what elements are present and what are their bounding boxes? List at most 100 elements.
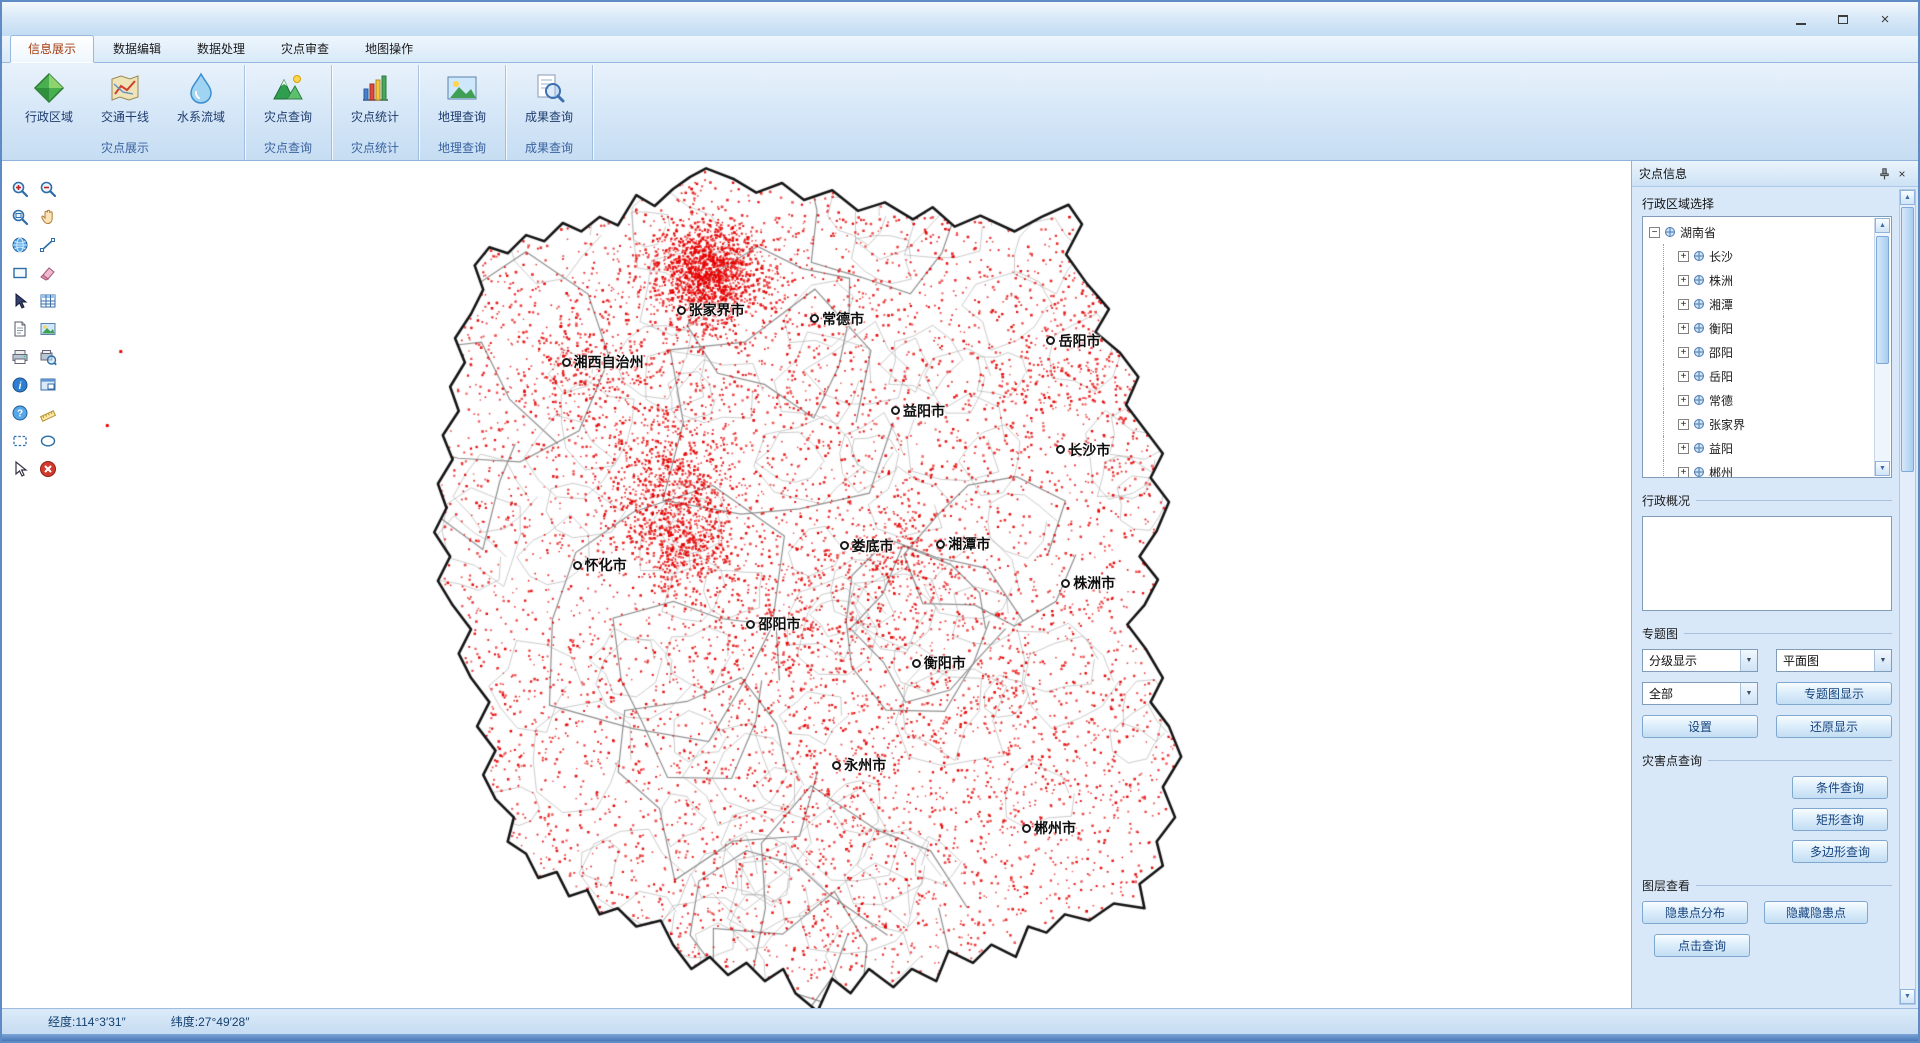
pointer-tool[interactable] <box>6 455 34 483</box>
overview-window-tool[interactable] <box>34 371 62 399</box>
result-query-button[interactable]: 成果查询 <box>511 65 587 138</box>
region-node-icon <box>1693 394 1705 406</box>
tab-disaster-review[interactable]: 灾点审查 <box>264 36 346 62</box>
globe-tool[interactable] <box>6 231 34 259</box>
tree-node[interactable]: +岳阳 <box>1649 364 1891 388</box>
tree-node[interactable]: +株洲 <box>1649 268 1891 292</box>
tree-node-label: 湖南省 <box>1680 224 1716 241</box>
map-area[interactable]: 张家界市常德市岳阳市湘西自治州益阳市长沙市娄底市湘潭市株洲市怀化市邵阳市衡阳市永… <box>2 161 1631 1008</box>
select-features-tool[interactable] <box>6 287 34 315</box>
traffic-lines-button[interactable]: 交通干线 <box>87 65 163 138</box>
tree-expand-icon[interactable]: + <box>1678 251 1689 262</box>
image-export-tool[interactable] <box>34 315 62 343</box>
pan-tool[interactable] <box>34 203 62 231</box>
disaster-stats-button[interactable]: 灾点统计 <box>337 65 413 138</box>
scroll-up-icon[interactable]: ▲ <box>1900 190 1915 205</box>
zoom-out-tool[interactable] <box>34 175 62 203</box>
window-bottom-frame <box>2 1034 1918 1041</box>
pin-button[interactable] <box>1875 165 1893 183</box>
eraser-tool[interactable] <box>34 259 62 287</box>
tab-data-process[interactable]: 数据处理 <box>180 36 262 62</box>
tree-node-hunan[interactable]: − 湖南省 <box>1649 220 1891 244</box>
hide-hazard-button[interactable]: 隐藏隐患点 <box>1764 901 1868 924</box>
map-canvas[interactable] <box>2 161 1631 1008</box>
tree-guide-line <box>1663 436 1673 460</box>
disaster-query-button[interactable]: 灾点查询 <box>250 65 326 138</box>
panel-scrollbar-thumb[interactable] <box>1901 207 1914 472</box>
tree-expand-icon[interactable]: + <box>1678 275 1689 286</box>
tree-expand-icon[interactable]: + <box>1678 395 1689 406</box>
settings-button[interactable]: 设置 <box>1642 715 1758 738</box>
select-ellipse-tool[interactable] <box>34 427 62 455</box>
measure-tool[interactable] <box>34 399 62 427</box>
geo-query-button[interactable]: 地理查询 <box>424 65 500 138</box>
region-node-icon <box>1693 298 1705 310</box>
rectangle-query-button[interactable]: 矩形查询 <box>1792 808 1888 831</box>
scroll-down-icon[interactable]: ▼ <box>1900 989 1915 1004</box>
tree-expand-icon[interactable]: + <box>1678 323 1689 334</box>
region-node-icon <box>1693 370 1705 382</box>
minimize-button[interactable] <box>1788 9 1814 29</box>
tree-node-label: 湘潭 <box>1709 296 1733 313</box>
tree-expand-icon[interactable]: + <box>1678 347 1689 358</box>
draw-line-tool[interactable] <box>34 231 62 259</box>
draw-rect-tool[interactable] <box>6 259 34 287</box>
tree-node[interactable]: +邵阳 <box>1649 340 1891 364</box>
tree-node[interactable]: + 湘潭 <box>1649 292 1891 316</box>
clear-selection-tool[interactable] <box>34 455 62 483</box>
tab-map-operate[interactable]: 地图操作 <box>348 36 430 62</box>
thematic-controls: 分级显示 ▼ 平面图 ▼ 全部 ▼ 专题图显示 设置 还原显示 <box>1642 649 1892 738</box>
tree-expand-icon[interactable]: + <box>1678 467 1689 478</box>
document-tool[interactable] <box>6 315 34 343</box>
tab-info-display[interactable]: 信息展示 <box>10 35 94 63</box>
panel-scrollbar[interactable]: ▲ ▼ <box>1899 189 1916 1005</box>
tree-expand-icon[interactable]: + <box>1678 299 1689 310</box>
tree-expand-icon[interactable]: + <box>1678 443 1689 454</box>
hazard-distribution-button[interactable]: 隐患点分布 <box>1642 901 1748 924</box>
scroll-down-icon[interactable]: ▼ <box>1875 461 1890 476</box>
print-tool[interactable] <box>6 343 34 371</box>
tree-expand-icon[interactable]: + <box>1678 419 1689 430</box>
minimize-icon <box>1796 13 1806 25</box>
close-icon: × <box>1898 167 1905 181</box>
ribbon-group-disaster-stats: 灾点统计灾点统计 <box>332 65 419 160</box>
close-button[interactable]: × <box>1872 9 1898 29</box>
display-mode-select[interactable]: 分级显示 ▼ <box>1642 649 1758 672</box>
select-rect-tool[interactable] <box>6 427 34 455</box>
result-query-button-label: 成果查询 <box>525 108 573 125</box>
tree-node[interactable]: +衡阳 <box>1649 316 1891 340</box>
polygon-query-button[interactable]: 多边形查询 <box>1792 840 1888 863</box>
print-preview-tool[interactable] <box>34 343 62 371</box>
region-node-icon <box>1693 274 1705 286</box>
condition-query-button[interactable]: 条件查询 <box>1792 776 1888 799</box>
tree-expand-icon[interactable]: + <box>1678 371 1689 382</box>
region-select-label: 行政区域选择 <box>1642 195 1892 212</box>
tree-node[interactable]: +郴州 <box>1649 460 1891 478</box>
tree-guide-line <box>1663 388 1673 412</box>
tree-collapse-icon[interactable]: − <box>1649 227 1660 238</box>
tree-node[interactable]: +益阳 <box>1649 436 1891 460</box>
tree-node[interactable]: +张家界 <box>1649 412 1891 436</box>
region-node-icon <box>1693 442 1705 454</box>
admin-region-button[interactable]: 行政区域 <box>11 65 87 138</box>
scroll-up-icon[interactable]: ▲ <box>1875 218 1890 233</box>
tree-scrollbar-thumb[interactable] <box>1876 236 1889 364</box>
map-type-select[interactable]: 平面图 ▼ <box>1776 649 1892 672</box>
zoom-in-tool[interactable] <box>6 175 34 203</box>
restore-display-button[interactable]: 还原显示 <box>1776 715 1892 738</box>
scope-select[interactable]: 全部 ▼ <box>1642 682 1758 705</box>
tree-node[interactable]: +常德 <box>1649 388 1891 412</box>
panel-close-button[interactable]: × <box>1893 165 1911 183</box>
maximize-button[interactable] <box>1830 9 1856 29</box>
overview-textbox[interactable] <box>1642 516 1892 611</box>
thematic-show-button[interactable]: 专题图显示 <box>1776 682 1892 705</box>
water-basin-button[interactable]: 水系流域 <box>163 65 239 138</box>
click-query-button[interactable]: 点击查询 <box>1654 934 1750 957</box>
tab-data-edit[interactable]: 数据编辑 <box>96 36 178 62</box>
help-tool[interactable]: ? <box>6 399 34 427</box>
identify-tool[interactable]: i <box>6 371 34 399</box>
zoom-full-tool[interactable] <box>6 203 34 231</box>
attribute-table-tool[interactable] <box>34 287 62 315</box>
tree-scrollbar[interactable]: ▲ ▼ <box>1874 218 1890 476</box>
tree-node[interactable]: +长沙 <box>1649 244 1891 268</box>
